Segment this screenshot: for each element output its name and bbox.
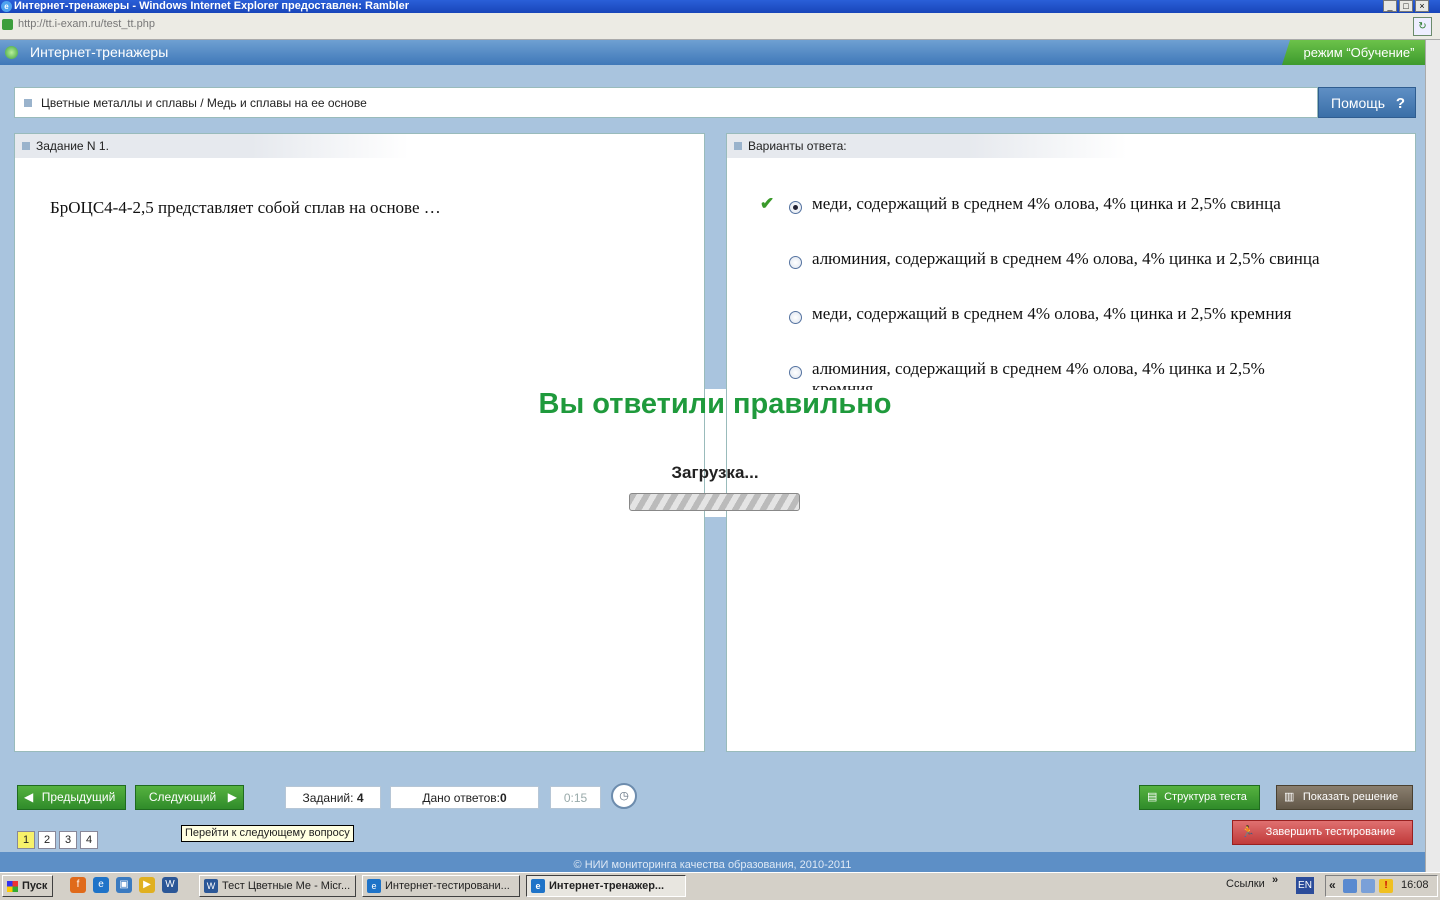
test-structure-button[interactable]: ▤ Структура теста: [1139, 785, 1260, 810]
window-title: Интернет-тренажеры - Windows Internet Ex…: [14, 0, 410, 12]
language-indicator[interactable]: EN: [1296, 877, 1314, 894]
answers-panel: Варианты ответа: ✔ меди, содержащий в ср…: [726, 133, 1416, 752]
answer-radio-2[interactable]: [789, 256, 802, 269]
network-icon[interactable]: [1343, 879, 1357, 893]
start-button[interactable]: Пуск: [2, 875, 53, 897]
app-logo-icon: [5, 46, 18, 59]
windows-logo-icon: [7, 881, 18, 892]
taskbar-item-label: Интернет-тренажер...: [549, 880, 665, 892]
firefox-icon[interactable]: f: [70, 877, 86, 893]
network-icon-2[interactable]: [1361, 879, 1375, 893]
chevron-left-icon[interactable]: «: [1329, 878, 1336, 892]
ie-icon: e: [1, 1, 12, 12]
ie-icon: e: [531, 879, 545, 893]
address-url[interactable]: http://tt.i-exam.ru/test_tt.php: [18, 18, 155, 30]
answered-label: Дано ответов:: [422, 791, 500, 805]
answer-radio-1[interactable]: [789, 201, 802, 214]
loading-label: Загрузка...: [671, 463, 759, 482]
page-3[interactable]: 3: [59, 831, 77, 849]
mode-badge: режим “Обучение”: [1282, 40, 1436, 65]
word-quicklaunch-icon[interactable]: W: [162, 877, 178, 893]
show-solution-button[interactable]: ▥ Показать решение: [1276, 785, 1413, 810]
bullet-icon: [24, 99, 32, 107]
desktop-icon[interactable]: ▣: [116, 877, 132, 893]
taskbar-item-ie-testing[interactable]: e Интернет-тестировани...: [362, 875, 520, 897]
prev-label: Предыдущий: [41, 790, 116, 804]
window-title-bar: e Интернет-тренажеры - Windows Internet …: [0, 0, 1440, 13]
bullet-icon: [22, 142, 30, 150]
bullet-icon: [734, 142, 742, 150]
word-icon: W: [204, 879, 218, 893]
app-header: Интернет-тренажеры: [0, 40, 1440, 65]
answer-option-2[interactable]: алюминия, содержащий в среднем 4% олова,…: [812, 249, 1322, 269]
close-button[interactable]: ×: [1415, 0, 1429, 12]
answer-options: ✔ меди, содержащий в среднем 4% олова, 4…: [727, 174, 1417, 390]
answers-header: Варианты ответа:: [727, 134, 1127, 158]
tasks-count: Заданий: 4: [285, 786, 381, 809]
footer-copyright: © НИИ мониторинга качества образования, …: [0, 852, 1425, 872]
finish-label: Завершить тестирование: [1265, 826, 1396, 838]
app-title: Интернет-тренажеры: [30, 44, 169, 60]
taskbar-item-label: Интернет-тестировани...: [385, 880, 510, 892]
question-header: Задание N 1.: [15, 134, 409, 158]
clock-icon: ◷: [611, 783, 637, 809]
links-toolbar[interactable]: Ссылки: [1226, 878, 1265, 890]
page-1[interactable]: 1: [17, 831, 35, 849]
ie-icon: e: [367, 879, 381, 893]
result-message: Вы ответили правильно: [538, 388, 892, 420]
loading-progress-bar: [629, 493, 800, 511]
next-label: Следующий: [148, 790, 217, 804]
answer-radio-4[interactable]: [789, 366, 802, 379]
scrollbar[interactable]: [1425, 40, 1440, 872]
arrow-left-icon: ◀: [24, 790, 34, 804]
question-number: Задание N 1.: [36, 139, 109, 153]
system-tray: « ! 16:08: [1325, 875, 1438, 897]
show-solution-label: Показать решение: [1302, 791, 1399, 803]
ie-quicklaunch-icon[interactable]: e: [93, 877, 109, 893]
arrow-right-icon: ▶: [227, 790, 237, 804]
list-icon: ▤: [1147, 791, 1158, 803]
answer-option-4[interactable]: алюминия, содержащий в среднем 4% олова,…: [812, 359, 1322, 390]
answer-radio-3[interactable]: [789, 311, 802, 324]
timer: 0:15: [550, 786, 601, 809]
running-man-icon: 🏃: [1241, 826, 1255, 838]
minimize-button[interactable]: _: [1383, 0, 1397, 12]
favicon-icon: [2, 19, 13, 30]
correct-check-icon: ✔: [760, 194, 775, 213]
taskbar-item-ie-trainer[interactable]: e Интернет-тренажер...: [526, 875, 686, 897]
chevron-right-icon[interactable]: »: [1272, 874, 1278, 886]
finish-test-button[interactable]: 🏃 Завершить тестирование: [1232, 820, 1413, 845]
next-button[interactable]: Следующий ▶: [135, 785, 244, 810]
help-button[interactable]: Помощь ?: [1318, 87, 1416, 118]
answered-value: 0: [499, 791, 507, 805]
taskbar-item-label: Тест Цветные Ме - Micr...: [222, 880, 351, 892]
answers-header-label: Варианты ответа:: [748, 139, 847, 153]
warning-icon[interactable]: !: [1379, 879, 1393, 893]
answer-option-1[interactable]: меди, содержащий в среднем 4% олова, 4% …: [812, 194, 1322, 214]
breadcrumb-text: Цветные металлы и сплавы / Медь и сплавы…: [41, 96, 367, 110]
page-4[interactable]: 4: [80, 831, 98, 849]
tasks-label: Заданий:: [302, 791, 354, 805]
question-text: БрОЦС4-4-2,5 представляет собой сплав на…: [50, 198, 441, 217]
question-mark-icon: ?: [1395, 95, 1405, 112]
prev-button[interactable]: ◀ Предыдущий: [17, 785, 126, 810]
question-panel: Задание N 1. БрОЦС4-4-2,5 представляет с…: [14, 133, 705, 752]
next-tooltip: Перейти к следующему вопросу: [181, 825, 354, 842]
help-label: Помощь: [1331, 95, 1386, 111]
start-label: Пуск: [22, 880, 48, 892]
tasks-value: 4: [356, 791, 364, 805]
structure-label: Структура теста: [1164, 791, 1247, 803]
breadcrumb: Цветные металлы и сплавы / Медь и сплавы…: [14, 87, 1318, 118]
refresh-icon[interactable]: ↻: [1413, 17, 1432, 36]
maximize-button[interactable]: □: [1399, 0, 1413, 12]
taskbar-item-word[interactable]: W Тест Цветные Ме - Micr...: [199, 875, 356, 897]
book-icon: ▥: [1284, 791, 1295, 803]
media-player-icon[interactable]: ▶: [139, 877, 155, 893]
address-bar[interactable]: http://tt.i-exam.ru/test_tt.php ↻: [0, 13, 1440, 40]
page-2[interactable]: 2: [38, 831, 56, 849]
answer-option-3[interactable]: меди, содержащий в среднем 4% олова, 4% …: [812, 304, 1322, 324]
answered-count: Дано ответов:0: [390, 786, 539, 809]
tray-clock: 16:08: [1401, 879, 1429, 891]
